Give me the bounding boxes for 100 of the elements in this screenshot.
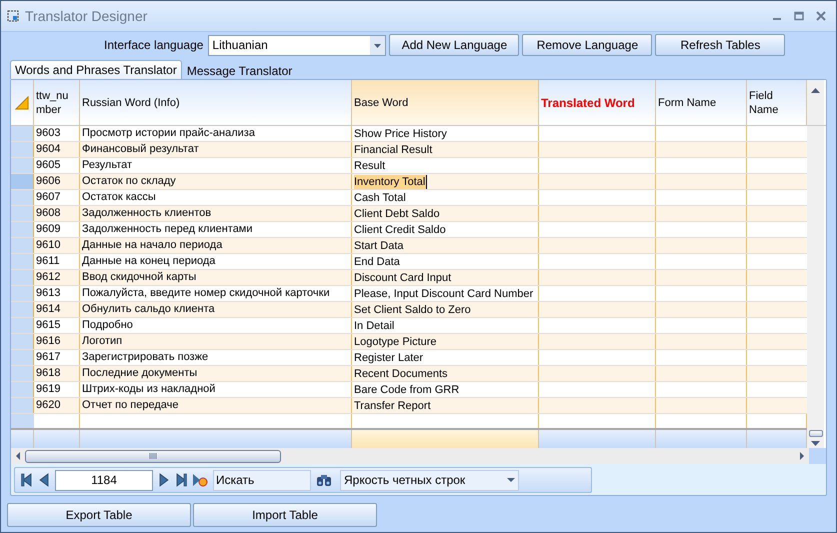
row-indicator[interactable]	[11, 270, 34, 285]
scroll-down-icon[interactable]	[811, 441, 820, 446]
scrollbar-corner	[809, 448, 826, 464]
row-indicator[interactable]	[11, 238, 34, 253]
row-indicator[interactable]	[11, 222, 34, 237]
table-cell: Финансовый результат	[80, 142, 352, 157]
row-indicator[interactable]	[11, 382, 34, 397]
row-style-dropdown[interactable]: Яркость четных строк	[340, 470, 519, 490]
table-cell: 9606	[34, 174, 80, 189]
last-record-icon[interactable]	[175, 472, 187, 488]
table-cell: Остаток кассы	[80, 190, 352, 205]
column-header[interactable]: Base Word	[352, 80, 539, 125]
row-indicator[interactable]	[11, 126, 34, 141]
table-cell: Recent Documents	[354, 366, 448, 380]
table-cell: 9617	[34, 350, 80, 365]
table-cell: Пожалуйста, введите номер скидочной карточки	[80, 286, 352, 301]
row-indicator[interactable]	[11, 190, 34, 205]
table-cell: Просмотр истории прайс-анализа	[80, 126, 352, 141]
table-cell: Подробно	[80, 318, 352, 333]
table-cell: 9605	[34, 158, 80, 173]
corner-triangle-icon	[15, 96, 29, 110]
table-cell: Inventory Total	[354, 174, 428, 188]
table-cell: Cash Total	[354, 190, 406, 204]
table-cell: Register Later	[354, 350, 424, 364]
search-field[interactable]: Искать	[213, 470, 311, 490]
table-cell: Bare Code from GRR	[354, 382, 460, 396]
row-indicator[interactable]	[11, 350, 34, 365]
table-cell: Зарегистрировать позже	[80, 350, 352, 365]
row-indicator[interactable]	[11, 286, 34, 301]
toolbar-button[interactable]: Add New Language	[389, 34, 520, 56]
row-indicator[interactable]	[11, 174, 34, 189]
table-cell: 9619	[34, 382, 80, 397]
table-cell: 9611	[34, 254, 80, 269]
table-cell: 9616	[34, 334, 80, 349]
language-label: Interface language	[104, 37, 204, 54]
toolbar-button[interactable]: Refresh Tables	[655, 34, 786, 56]
binoculars-icon[interactable]	[316, 473, 332, 487]
table-cell: 9613	[34, 286, 80, 301]
table-cell: Остаток по складу	[80, 174, 352, 189]
table-cell: Set Client Saldo to Zero	[354, 302, 471, 316]
scroll-thumb[interactable]	[808, 430, 822, 437]
row-indicator[interactable]	[11, 318, 34, 333]
table-cell: Financial Result	[354, 142, 432, 156]
row-indicator[interactable]	[11, 334, 34, 349]
column-header[interactable]: Field Name	[747, 80, 807, 125]
column-header[interactable]: Translated Word	[539, 80, 656, 125]
language-dropdown[interactable]: Lithuanian	[208, 34, 386, 56]
table-cell: Данные на конец периода	[80, 254, 352, 269]
table-cell: Логотип	[80, 334, 352, 349]
column-header[interactable]: ttw_nu mber	[34, 80, 80, 125]
record-position-field[interactable]: 1184	[55, 470, 153, 490]
close-icon[interactable]	[816, 11, 826, 21]
table-cell: 9614	[34, 302, 80, 317]
table-cell: Client Debt Saldo	[354, 206, 440, 220]
column-header[interactable]: Form Name	[656, 80, 747, 125]
new-record-icon[interactable]	[192, 472, 208, 488]
table-cell: Show Price History	[354, 126, 447, 140]
table-cell: Ввод скидочной карты	[80, 270, 352, 285]
row-indicator[interactable]	[11, 142, 34, 157]
row-indicator[interactable]	[11, 206, 34, 221]
table-cell: 9620	[34, 398, 80, 413]
row-indicator[interactable]	[11, 302, 34, 317]
dropdown-arrow-icon	[507, 478, 515, 482]
table-cell: Transfer Report	[354, 398, 431, 412]
toolbar-button[interactable]: Remove Language	[522, 34, 652, 56]
table-cell: Задолженность перед клиентами	[80, 222, 352, 237]
table-cell: 9610	[34, 238, 80, 253]
table-cell: 9603	[34, 126, 80, 141]
maximize-icon[interactable]	[794, 11, 804, 21]
table-cell: 9609	[34, 222, 80, 237]
scroll-up-icon[interactable]	[811, 88, 820, 93]
table-cell: Последние документы	[80, 366, 352, 381]
table-cell: Discount Card Input	[354, 270, 452, 284]
window-title: Translator Designer	[25, 6, 148, 26]
table-cell: Штрих-коды из накладной	[80, 382, 352, 397]
column-header[interactable]: Russian Word (Info)	[80, 80, 352, 125]
table-cell: Please, Input Discount Card Number	[354, 286, 534, 300]
table-cell: 9615	[34, 318, 80, 333]
table-cell: In Detail	[354, 318, 394, 332]
table-cell: Результат	[80, 158, 352, 173]
table-cell: 9618	[34, 366, 80, 381]
table-cell: Start Data	[354, 238, 404, 252]
first-record-icon[interactable]	[21, 472, 33, 488]
row-indicator[interactable]	[11, 398, 34, 413]
tab[interactable]: Words and Phrases Translator	[10, 60, 182, 79]
table-cell: 9604	[34, 142, 80, 157]
row-indicator[interactable]	[11, 254, 34, 269]
previous-record-icon[interactable]	[38, 472, 50, 488]
horizontal-scroll-thumb[interactable]	[25, 450, 281, 462]
table-cell: 9612	[34, 270, 80, 285]
bottom-button[interactable]: Import Table	[193, 503, 377, 527]
table-cell: Client Credit Saldo	[354, 222, 446, 236]
bottom-button[interactable]: Export Table	[7, 503, 191, 527]
table-cell: 9608	[34, 206, 80, 221]
row-indicator[interactable]	[11, 158, 34, 173]
next-record-icon[interactable]	[158, 472, 170, 488]
grip-icon	[149, 453, 157, 459]
tab[interactable]: Message Translator	[182, 62, 298, 79]
row-indicator[interactable]	[11, 366, 34, 381]
table-cell: Result	[354, 158, 386, 172]
